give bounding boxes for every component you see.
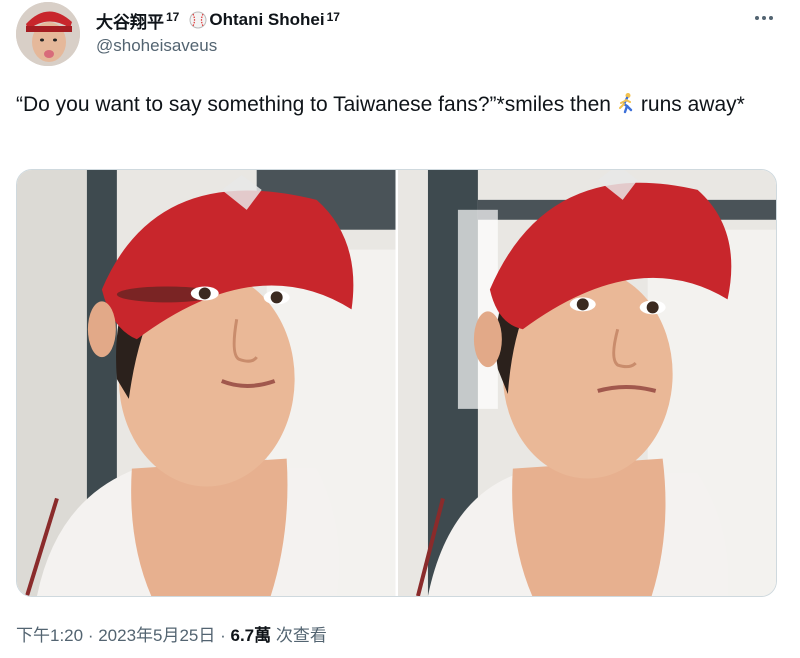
- name-suffix-number: 17: [326, 10, 340, 24]
- tweet-time[interactable]: 下午1:20: [16, 626, 83, 645]
- author-name[interactable]: 大谷翔平 17 Ohtani Shohei 17: [96, 8, 340, 32]
- more-horizontal-icon[interactable]: [750, 8, 778, 28]
- meta-separator: ·: [215, 626, 231, 645]
- tweet-meta: 下午1:20 · 2023年5月25日 · 6.7萬 次查看: [16, 621, 327, 646]
- views-count[interactable]: 6.7萬: [231, 626, 272, 645]
- person-running-emoji-icon: [618, 93, 633, 114]
- photo-right[interactable]: [397, 170, 776, 596]
- tweet-text-part1: “Do you want to say something to Taiwane…: [16, 93, 611, 116]
- display-name: 大谷翔平: [96, 12, 164, 32]
- views-label: 次查看: [271, 626, 327, 645]
- avatar[interactable]: [16, 2, 80, 66]
- meta-separator: ·: [83, 626, 99, 645]
- tweet-card: 大谷翔平 17 Ohtani Shohei 17 @shoheisaveus “…: [0, 0, 800, 658]
- name-badge-number: 17: [166, 10, 180, 24]
- photo-left[interactable]: [17, 170, 396, 596]
- tweet-text: “Do you want to say something to Taiwane…: [16, 90, 782, 120]
- name-suffix: Ohtani Shohei: [209, 10, 325, 29]
- baseball-emoji-icon: [189, 11, 207, 29]
- media-grid: [16, 169, 777, 597]
- tweet-date[interactable]: 2023年5月25日: [98, 626, 215, 645]
- tweet-text-part2: runs away*: [640, 93, 745, 116]
- author-handle[interactable]: @shoheisaveus: [96, 36, 217, 56]
